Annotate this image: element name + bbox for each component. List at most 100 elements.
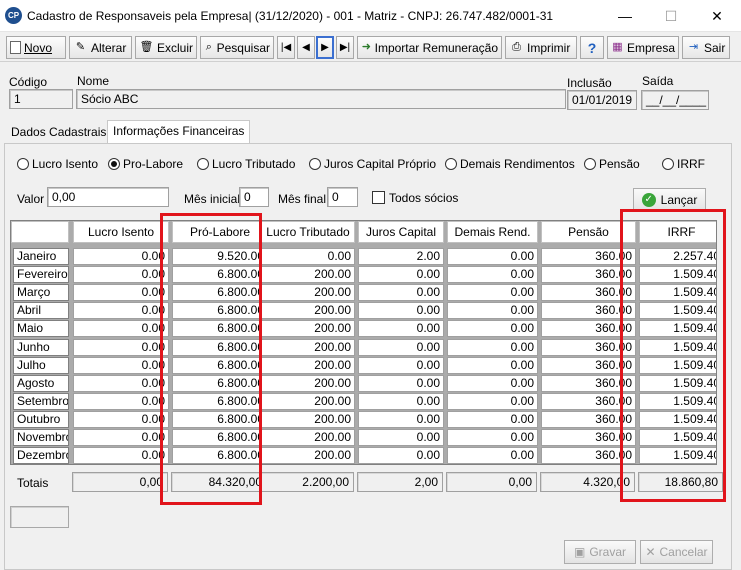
- grid-cell[interactable]: 0.00: [447, 266, 538, 283]
- valor-input[interactable]: 0,00: [47, 187, 169, 207]
- grid-cell[interactable]: 0.00: [73, 339, 169, 356]
- alterar-button[interactable]: ✎ Alterar: [69, 36, 132, 59]
- monthly-values-grid[interactable]: Lucro Isento Pró-Labore Lucro Tributado Jur…: [10, 220, 717, 465]
- row-header-fevereiro: Fevereiro: [13, 266, 69, 283]
- radio-lucro-tributado[interactable]: Lucro Tributado: [197, 157, 295, 171]
- radio-demais-rendimentos[interactable]: Demais Rendimentos: [445, 157, 575, 171]
- imprimir-button[interactable]: ⎙ Imprimir: [505, 36, 577, 59]
- grid-cell[interactable]: 0.00: [358, 447, 444, 464]
- radio-juros-capital[interactable]: Juros Capital Próprio: [309, 157, 436, 171]
- radio-label: Pensão: [599, 157, 640, 171]
- app-icon: CP: [5, 7, 22, 24]
- nome-field[interactable]: Sócio ABC: [76, 89, 566, 109]
- gravar-button[interactable]: ▣ Gravar: [564, 540, 636, 564]
- grid-cell[interactable]: 0.00: [447, 393, 538, 410]
- empresa-button[interactable]: ▦ Empresa: [607, 36, 679, 59]
- grid-cell[interactable]: 0.00: [358, 357, 444, 374]
- grid-cell[interactable]: 200.00: [261, 393, 355, 410]
- grid-cell[interactable]: 0.00: [73, 411, 169, 428]
- grid-cell[interactable]: 0.00: [73, 429, 169, 446]
- minimize-button[interactable]: —: [602, 0, 648, 32]
- column-header-lucro-tributado[interactable]: Lucro Tributado: [261, 221, 355, 243]
- nav-prev-button[interactable]: ◀: [297, 36, 315, 59]
- column-header-lucro-isento[interactable]: Lucro Isento: [73, 221, 169, 243]
- grid-cell[interactable]: 0.00: [73, 248, 169, 265]
- grid-cell[interactable]: 200.00: [261, 411, 355, 428]
- grid-cell[interactable]: 0.00: [447, 302, 538, 319]
- saida-field[interactable]: __/__/____: [641, 90, 709, 110]
- grid-cell[interactable]: 0.00: [73, 266, 169, 283]
- grid-cell[interactable]: 0.00: [358, 266, 444, 283]
- todos-socios-checkbox[interactable]: [372, 191, 385, 204]
- grid-cell[interactable]: 0.00: [447, 284, 538, 301]
- grid-cell[interactable]: 200.00: [261, 429, 355, 446]
- grid-cell[interactable]: 0.00: [73, 447, 169, 464]
- grid-cell[interactable]: 0.00: [447, 320, 538, 337]
- valor-label: Valor: [17, 192, 45, 206]
- nav-next-button[interactable]: ▶: [316, 36, 334, 59]
- grid-cell[interactable]: 0.00: [358, 411, 444, 428]
- radio-label: Pro-Labore: [123, 157, 184, 171]
- column-header-demais-rend[interactable]: Demais Rend.: [447, 221, 538, 243]
- codigo-field[interactable]: 1: [9, 89, 73, 109]
- grid-cell[interactable]: 0.00: [358, 302, 444, 319]
- lancar-label: Lançar: [660, 193, 698, 207]
- radio-pro-labore[interactable]: Pro-Labore: [108, 157, 183, 171]
- mes-final-input[interactable]: 0: [327, 187, 358, 207]
- row-header-setembro: Setembro: [13, 393, 69, 410]
- grid-cell[interactable]: 0.00: [447, 375, 538, 392]
- grid-cell[interactable]: 200.00: [261, 357, 355, 374]
- radio-circle: [662, 158, 674, 170]
- grid-cell[interactable]: 0.00: [73, 302, 169, 319]
- grid-cell[interactable]: 0.00: [73, 357, 169, 374]
- radio-irrf[interactable]: IRRF: [662, 157, 705, 171]
- grid-cell[interactable]: 0.00: [73, 375, 169, 392]
- tab-dados-cadastrais[interactable]: Dados Cadastrais: [6, 122, 111, 143]
- mes-inicial-input[interactable]: 0: [239, 187, 269, 207]
- highlight-box-irrf: [620, 209, 726, 502]
- grid-cell[interactable]: 0.00: [358, 284, 444, 301]
- grid-cell[interactable]: 0.00: [447, 339, 538, 356]
- grid-cell[interactable]: 200.00: [261, 375, 355, 392]
- grid-cell[interactable]: 0.00: [358, 375, 444, 392]
- excluir-button[interactable]: 🗑 Excluir: [135, 36, 197, 59]
- grid-cell[interactable]: 0.00: [358, 339, 444, 356]
- grid-cell[interactable]: 0.00: [447, 429, 538, 446]
- grid-cell[interactable]: 0.00: [73, 284, 169, 301]
- radio-lucro-isento[interactable]: Lucro Isento: [17, 157, 98, 171]
- help-button[interactable]: ?: [580, 36, 604, 59]
- sair-button[interactable]: ⇥ Sair: [682, 36, 730, 59]
- radio-pensao[interactable]: Pensão: [584, 157, 640, 171]
- importar-remuneracao-button[interactable]: ➜ Importar Remuneração: [357, 36, 502, 59]
- grid-cell[interactable]: 0.00: [447, 447, 538, 464]
- novo-button[interactable]: Novo: [6, 36, 66, 59]
- grid-cell[interactable]: 0.00: [358, 429, 444, 446]
- grid-cell[interactable]: 2.00: [358, 248, 444, 265]
- grid-cell[interactable]: 200.00: [261, 320, 355, 337]
- grid-cell[interactable]: 200.00: [261, 284, 355, 301]
- grid-cell[interactable]: 0.00: [358, 320, 444, 337]
- grid-cell[interactable]: 0.00: [73, 393, 169, 410]
- grid-cell[interactable]: 0.00: [447, 357, 538, 374]
- tab-informacoes-financeiras[interactable]: Informações Financeiras: [107, 120, 251, 143]
- nav-last-button[interactable]: ▶|: [336, 36, 354, 59]
- pesquisar-button[interactable]: ⌕ Pesquisar: [200, 36, 274, 59]
- column-header-juros-capital[interactable]: Juros Capital: [358, 221, 444, 243]
- grid-cell[interactable]: 0.00: [447, 248, 538, 265]
- grid-cell[interactable]: 0.00: [73, 320, 169, 337]
- grid-cell[interactable]: 0.00: [358, 393, 444, 410]
- maximize-button[interactable]: ☐: [648, 0, 694, 32]
- grid-cell[interactable]: 200.00: [261, 447, 355, 464]
- grid-cell[interactable]: 0.00: [261, 248, 355, 265]
- inclusao-field[interactable]: 01/01/2019: [567, 90, 637, 110]
- pesquisar-label: Pesquisar: [216, 40, 270, 55]
- grid-cell[interactable]: 200.00: [261, 266, 355, 283]
- grid-cell[interactable]: 200.00: [261, 302, 355, 319]
- cancel-x-icon: ✕: [645, 545, 656, 559]
- grid-cell[interactable]: 200.00: [261, 339, 355, 356]
- grid-cell[interactable]: 0.00: [447, 411, 538, 428]
- cancelar-button[interactable]: ✕ Cancelar: [640, 540, 713, 564]
- exit-door-icon: ⇥: [688, 41, 699, 53]
- close-button[interactable]: ✕: [694, 0, 740, 32]
- nav-first-button[interactable]: |◀: [277, 36, 295, 59]
